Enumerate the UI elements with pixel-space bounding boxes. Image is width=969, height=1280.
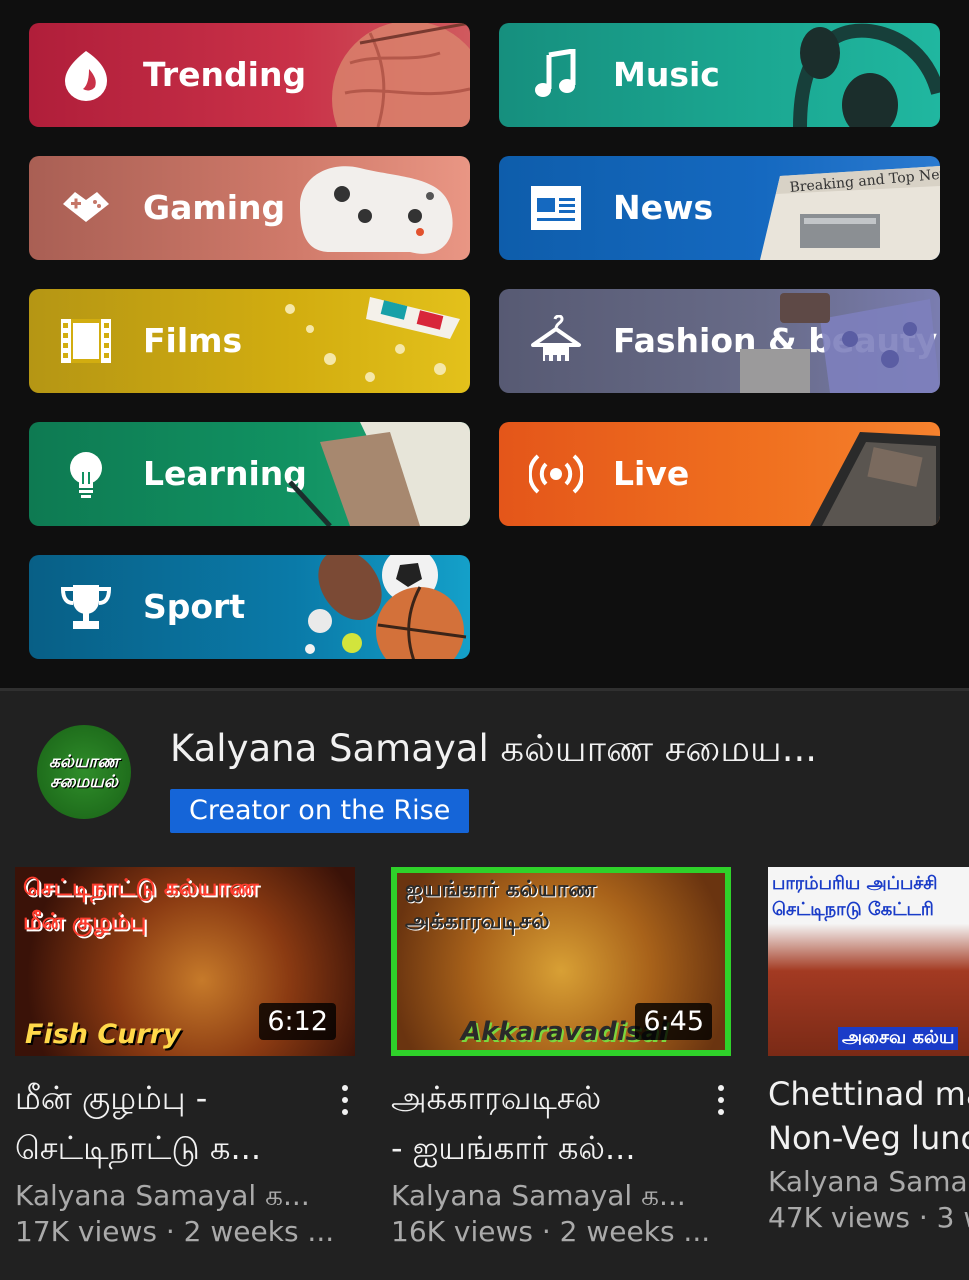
video-title[interactable]: செட்டிநாட்டு க... [15, 1129, 335, 1171]
live-broadcast-icon [529, 454, 583, 494]
trending-flame-icon [65, 51, 107, 101]
game-controller-illustration [300, 166, 453, 254]
avatar-text: சமையல் [50, 772, 118, 792]
thumbnail-text: ஐயங்கார் கல்யாண [405, 877, 597, 902]
phone-illustration [810, 432, 940, 526]
film-strip-icon [61, 319, 111, 363]
trophy-icon [60, 585, 112, 629]
channel-avatar[interactable]: கல்யாண சமையல் [37, 725, 131, 819]
tile-label: Live [613, 454, 690, 493]
thumbnail-text: அசைவ கல்ய [838, 1027, 959, 1050]
video-channel: Kalyana Samayal க... [15, 1179, 310, 1212]
stationery-illustration [288, 422, 470, 526]
explore-tile-films[interactable]: Films [29, 289, 470, 393]
video-title[interactable]: Chettinad ma [768, 1075, 969, 1113]
sports-balls-illustration [305, 555, 467, 659]
fashion-items-illustration [740, 293, 940, 393]
explore-tile-trending[interactable]: Trending [29, 23, 470, 127]
headphones-illustration [793, 23, 940, 127]
video-thumbnail[interactable]: பாரம்பரிய அப்பச்சி செட்டிநாடு கேட்டரி அச… [768, 867, 969, 1056]
newspaper-illustration: Breaking and Top News [760, 165, 940, 260]
video-channel: Kalyana Samayal க... [391, 1179, 686, 1212]
tile-label: Gaming [143, 188, 286, 227]
tile-label: Music [613, 55, 720, 94]
gamepad-icon [63, 192, 109, 222]
explore-tile-music[interactable]: Music [499, 23, 940, 127]
thumbnail-text: Fish Curry [25, 1019, 181, 1050]
more-options-icon[interactable] [335, 1083, 355, 1117]
explore-tile-gaming[interactable]: Gaming [29, 156, 470, 260]
video-stats: 17K views · 2 weeks ... [15, 1215, 335, 1248]
video-channel: Kalyana Sama [768, 1165, 968, 1198]
explore-tile-news[interactable]: News Breaking and Top News [499, 156, 940, 260]
thumbnail-text: அக்காரவடிசல் [405, 909, 550, 934]
explore-grid: Trending Music Gaming News Breaking and … [0, 0, 969, 688]
video-card[interactable]: ஐயங்கார் கல்யாண அக்காரவடிசல் Akkaravadis… [391, 867, 731, 1248]
thumbnail-text: செட்டிநாட்டு கல்யாண [23, 875, 259, 901]
tile-label: Films [143, 321, 243, 360]
thumbnail-text: பாரம்பரிய அப்பச்சி [772, 873, 938, 894]
music-note-icon [535, 49, 576, 97]
video-duration: 6:12 [259, 1003, 336, 1040]
more-options-icon[interactable] [711, 1083, 731, 1117]
globe-illustration [332, 23, 470, 127]
channel-shelf: கல்யாண சமையல் Kalyana Samayal கல்யாண சமை… [0, 691, 969, 1280]
avatar-text: கல்யாண [48, 752, 120, 772]
creator-on-the-rise-badge: Creator on the Rise [170, 789, 470, 833]
video-title[interactable]: மீன் குழம்பு - [15, 1079, 335, 1121]
thumbnail-text: செட்டிநாடு கேட்டரி [772, 899, 934, 920]
tile-label: Sport [143, 587, 246, 626]
thumbnail-text: மீன் குழம்பு [23, 909, 147, 935]
video-title[interactable]: - ஐயங்கார் கல்... [391, 1129, 711, 1171]
tile-label: News [613, 188, 714, 227]
explore-tile-live[interactable]: Live [499, 422, 940, 526]
video-title[interactable]: Non-Veg lunc [768, 1119, 969, 1157]
video-stats: 47K views · 3 w [768, 1201, 969, 1234]
video-thumbnail[interactable]: செட்டிநாட்டு கல்யாண மீன் குழம்பு Fish Cu… [15, 867, 355, 1056]
lightbulb-icon [70, 452, 102, 498]
hanger-icon [531, 315, 581, 361]
3d-glasses-illustration [285, 297, 460, 382]
video-title[interactable]: அக்காரவடிசல் [391, 1079, 711, 1121]
channel-name[interactable]: Kalyana Samayal கல்யாண சமைய... [170, 727, 950, 775]
explore-tile-learning[interactable]: Learning [29, 422, 470, 526]
video-thumbnail[interactable]: ஐயங்கார் கல்யாண அக்காரவடிசல் Akkaravadis… [391, 867, 731, 1056]
video-card[interactable]: பாரம்பரிய அப்பச்சி செட்டிநாடு கேட்டரி அச… [768, 867, 969, 1280]
video-card[interactable]: செட்டிநாட்டு கல்யாண மீன் குழம்பு Fish Cu… [15, 867, 355, 1248]
video-stats: 16K views · 2 weeks ... [391, 1215, 711, 1248]
video-duration: 6:45 [635, 1003, 712, 1040]
newspaper-icon [531, 186, 581, 230]
explore-tile-sport[interactable]: Sport [29, 555, 470, 659]
explore-tile-fashion-beauty[interactable]: Fashion & beauty [499, 289, 940, 393]
